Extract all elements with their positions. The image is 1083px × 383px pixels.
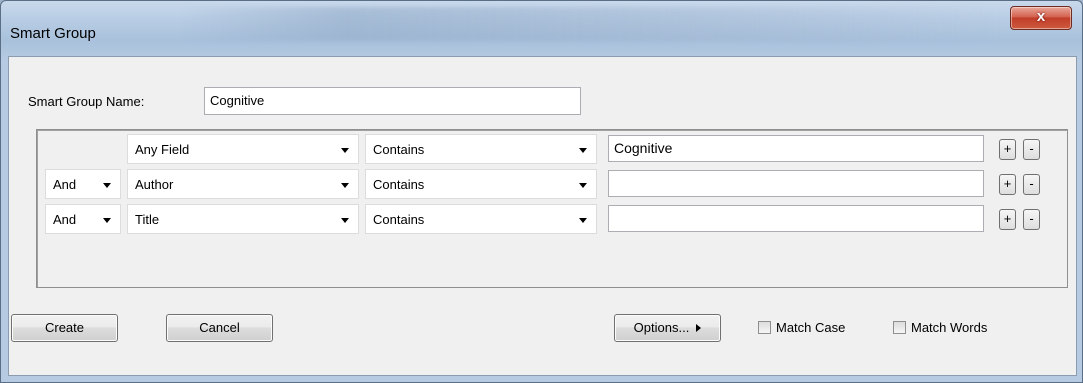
create-button[interactable]: Create	[11, 314, 118, 342]
match-words-label: Match Words	[911, 320, 988, 335]
connector-select[interactable]: And	[45, 204, 121, 234]
operator-select[interactable]: Contains	[365, 169, 597, 199]
remove-row-button[interactable]: -	[1023, 209, 1040, 230]
field-select-value: Any Field	[135, 142, 190, 157]
chevron-down-icon	[579, 183, 587, 188]
match-case-label: Match Case	[776, 320, 846, 335]
field-select[interactable]: Author	[127, 169, 359, 199]
close-icon: x	[1036, 8, 1046, 25]
chevron-down-icon	[341, 183, 349, 188]
operator-select[interactable]: Contains	[365, 134, 597, 164]
criteria-row: And Title Contains + -	[37, 204, 1067, 234]
criteria-value-input[interactable]: Cognitive	[608, 135, 984, 162]
criteria-value-input[interactable]	[608, 170, 984, 197]
connector-select-value: And	[53, 212, 77, 227]
field-select[interactable]: Title	[127, 204, 359, 234]
chevron-down-icon	[579, 218, 587, 223]
remove-row-button[interactable]: -	[1023, 139, 1040, 160]
chevron-down-icon	[579, 148, 587, 153]
smart-group-name-input[interactable]: Cognitive	[204, 87, 581, 115]
field-select[interactable]: Any Field	[127, 134, 359, 164]
operator-select[interactable]: Contains	[365, 204, 597, 234]
connector-select[interactable]: And	[45, 169, 121, 199]
criteria-row: Any Field Contains Cognitive + -	[37, 134, 1067, 164]
background-blur	[181, 7, 1001, 41]
dialog-body: Smart Group Name: Cognitive Any Field Co…	[8, 56, 1077, 376]
chevron-down-icon	[103, 218, 111, 223]
chevron-down-icon	[341, 148, 349, 153]
triangle-right-icon	[696, 324, 702, 332]
add-row-button[interactable]: +	[999, 209, 1016, 230]
options-button[interactable]: Options...	[614, 314, 721, 342]
checkbox-box[interactable]	[893, 321, 906, 334]
field-select-value: Title	[135, 212, 160, 227]
add-row-button[interactable]: +	[999, 174, 1016, 195]
criteria-value-input[interactable]	[608, 205, 984, 232]
criteria-panel: Any Field Contains Cognitive + - And Aut…	[36, 129, 1068, 288]
smart-group-name-label: Smart Group Name:	[28, 94, 145, 109]
criteria-row: And Author Contains + -	[37, 169, 1067, 199]
checkbox-box[interactable]	[758, 321, 771, 334]
field-select-value: Author	[135, 177, 174, 192]
window-title: Smart Group	[10, 25, 96, 42]
cancel-button[interactable]: Cancel	[166, 314, 273, 342]
chevron-down-icon	[103, 183, 111, 188]
operator-select-value: Contains	[373, 212, 425, 227]
operator-select-value: Contains	[373, 142, 425, 157]
title-bar[interactable]: Smart Group x	[1, 1, 1082, 55]
close-button[interactable]: x	[1010, 6, 1072, 30]
remove-row-button[interactable]: -	[1023, 174, 1040, 195]
smart-group-dialog: Smart Group x Smart Group Name: Cognitiv…	[0, 0, 1083, 383]
options-button-label: Options...	[633, 320, 690, 335]
chevron-down-icon	[341, 218, 349, 223]
connector-select-value: And	[53, 177, 77, 192]
add-row-button[interactable]: +	[999, 139, 1016, 160]
operator-select-value: Contains	[373, 177, 425, 192]
